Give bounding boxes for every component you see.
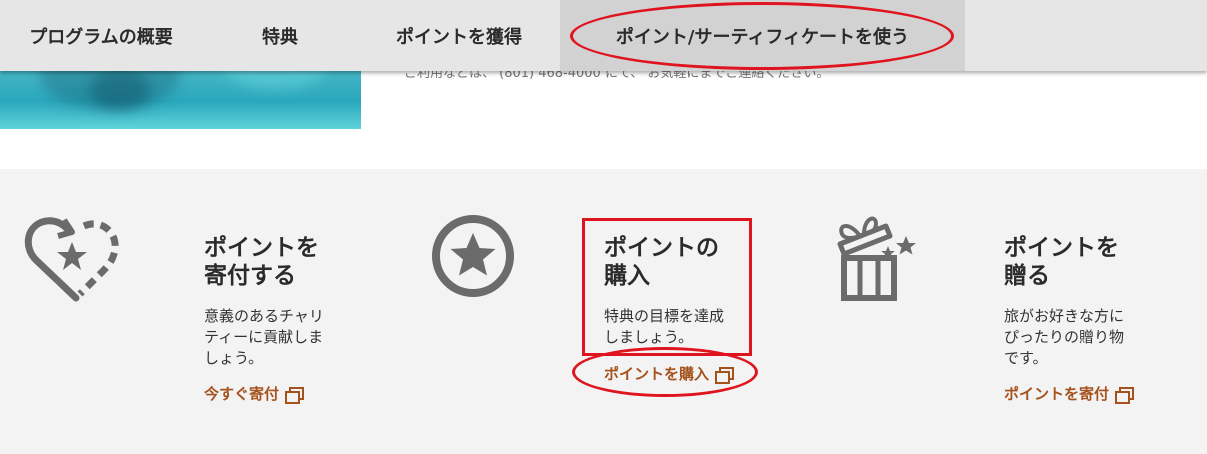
link-label: 今すぐ寄付 <box>204 385 280 403</box>
program-nav: プログラムの概要 特典 ポイントを獲得 ポイント/サーティフィケートを使う <box>0 0 1207 71</box>
buy-points-desc: 特典の目標を達成 しましょう。 <box>604 307 725 346</box>
tab-benefits[interactable]: 特典 <box>202 0 358 71</box>
tab-label: プログラムの概要 <box>29 26 173 48</box>
heart-star-icon <box>24 212 120 304</box>
buy-points-title: ポイントの 購入 <box>604 235 719 289</box>
gift-points-title: ポイントを 贈る <box>1004 235 1119 289</box>
page: プログラムの概要 特典 ポイントを獲得 ポイント/サーティフィケートを使う ご利… <box>0 0 1207 454</box>
external-link-icon <box>1115 386 1135 404</box>
link-label: ポイントを寄付 <box>1004 385 1110 403</box>
gift-points-link[interactable]: ポイントを寄付 <box>1004 383 1135 404</box>
donate-points-title: ポイントを 寄付する <box>204 235 319 289</box>
tab-program-overview[interactable]: プログラムの概要 <box>0 0 202 71</box>
gift-points-desc: 旅がお好きな方に ぴったりの贈り物 です。 <box>1004 307 1125 367</box>
external-link-icon <box>715 366 735 384</box>
star-circle-icon <box>430 213 516 299</box>
tab-earn-points[interactable]: ポイントを獲得 <box>358 0 560 71</box>
donate-now-link[interactable]: 今すぐ寄付 <box>204 383 305 404</box>
tab-label: ポイントを獲得 <box>396 26 522 48</box>
external-link-icon <box>285 386 305 404</box>
tab-label: 特典 <box>262 26 298 48</box>
tab-use-points-certificates[interactable]: ポイント/サーティフィケートを使う <box>560 0 965 71</box>
donate-points-desc: 意義のあるチャリ ティーに貢献しま しょう。 <box>204 307 324 367</box>
gift-stars-icon <box>832 212 922 302</box>
link-label: ポイントを購入 <box>604 365 710 383</box>
tab-label: ポイント/サーティフィケートを使う <box>615 26 910 48</box>
buy-points-link[interactable]: ポイントを購入 <box>604 363 735 384</box>
